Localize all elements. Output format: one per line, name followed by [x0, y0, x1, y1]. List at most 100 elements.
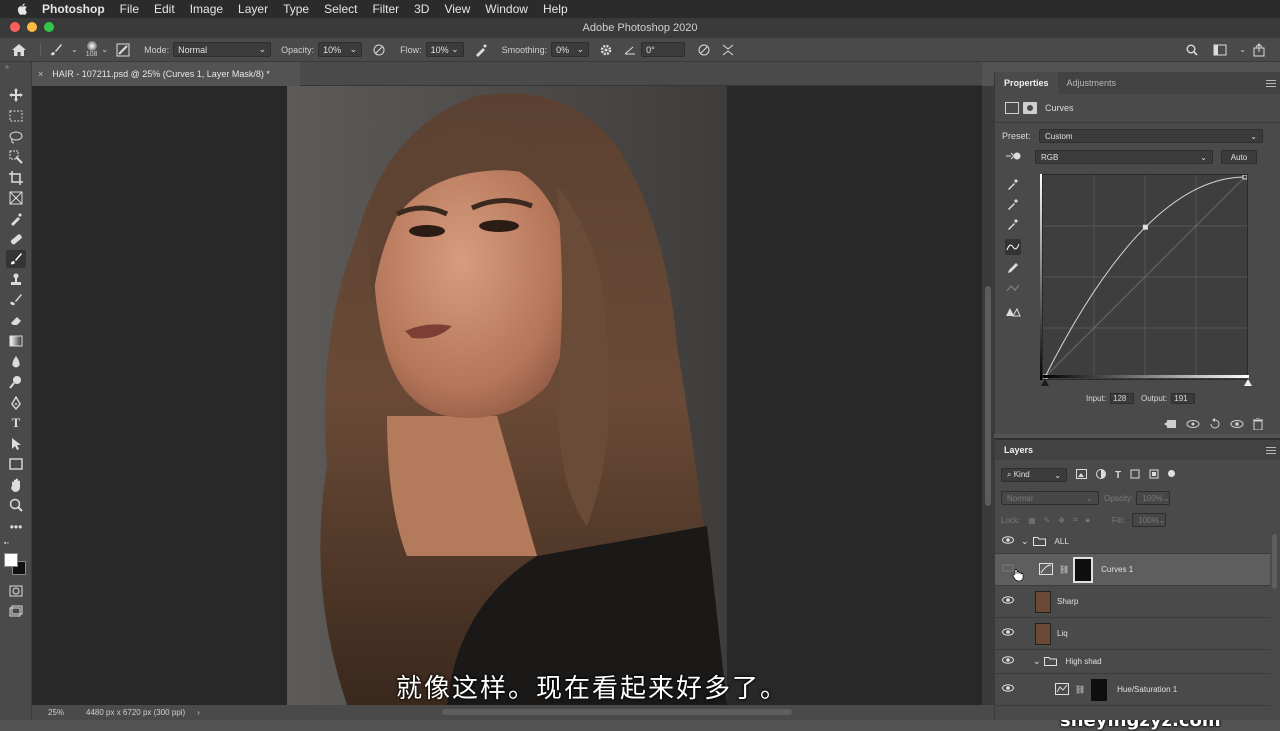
lock-pixels-icon[interactable]: ✎: [1044, 516, 1051, 525]
apple-icon[interactable]: [16, 3, 28, 15]
sample-white-point-icon[interactable]: [1005, 216, 1021, 232]
workspace-icon[interactable]: [1211, 41, 1229, 59]
lasso-tool-icon[interactable]: [6, 128, 26, 146]
collapse-icon[interactable]: »: [5, 64, 9, 71]
layer-mask-thumbnail[interactable]: [1089, 676, 1110, 703]
visibility-icon[interactable]: [1230, 419, 1244, 432]
eye-icon[interactable]: [995, 596, 1021, 607]
healing-brush-tool-icon[interactable]: [6, 230, 26, 248]
link-icon[interactable]: ⛓︎: [1075, 685, 1085, 694]
history-brush-tool-icon[interactable]: [6, 291, 26, 309]
crop-tool-icon[interactable]: [6, 169, 26, 187]
pressure-opacity-icon[interactable]: [370, 41, 388, 59]
tab-properties[interactable]: Properties: [995, 72, 1058, 94]
chevron-down-icon[interactable]: ⌄: [71, 45, 78, 54]
zoom-level[interactable]: 25%: [48, 708, 64, 717]
document-image[interactable]: [287, 86, 727, 705]
layer-row-high-shad[interactable]: ⌄ High shad: [995, 650, 1270, 674]
link-icon[interactable]: ⛓︎: [1059, 565, 1069, 574]
draw-curve-pencil-icon[interactable]: [1005, 260, 1021, 276]
layer-row-sharp[interactable]: Sharp: [995, 586, 1270, 618]
trash-icon[interactable]: [1253, 417, 1263, 433]
menu-edit[interactable]: Edit: [154, 2, 175, 16]
layer-opacity-input[interactable]: 100% ⌄: [1136, 491, 1171, 505]
curves-graph[interactable]: [1042, 174, 1248, 380]
chevron-down-icon[interactable]: ⌄: [1033, 656, 1041, 667]
brush-size-picker[interactable]: 108: [86, 41, 97, 58]
sample-gray-point-icon[interactable]: [1005, 196, 1021, 212]
vertical-scrollbar[interactable]: [982, 86, 994, 705]
brush-tool-icon[interactable]: [6, 250, 26, 268]
symmetry-icon[interactable]: [719, 41, 737, 59]
curve-point-selected[interactable]: [1142, 224, 1148, 230]
layer-row-all[interactable]: ⌄ ALL: [995, 530, 1270, 554]
gradient-tool-icon[interactable]: [6, 332, 26, 350]
white-point-slider[interactable]: [1244, 379, 1252, 386]
document-tab[interactable]: × HAIR - 107211.psd @ 25% (Curves 1, Lay…: [32, 62, 300, 86]
eye-icon[interactable]: [995, 684, 1021, 695]
chevron-right-icon[interactable]: ›: [197, 708, 200, 717]
view-previous-state-icon[interactable]: [1186, 419, 1200, 432]
zoom-window-button[interactable]: [44, 22, 54, 32]
foreground-color-swatch[interactable]: [4, 553, 18, 567]
lock-all-icon[interactable]: 🔒︎: [1086, 515, 1090, 525]
gear-icon[interactable]: [597, 41, 615, 59]
menu-type[interactable]: Type: [283, 2, 309, 16]
curve-point-white[interactable]: [1242, 174, 1248, 180]
brush-angle-input[interactable]: 0°: [641, 42, 686, 57]
rectangle-tool-icon[interactable]: [6, 455, 26, 473]
default-colors-icon[interactable]: ▪◦: [4, 540, 9, 547]
canvas-area[interactable]: [32, 86, 982, 705]
panel-menu-icon[interactable]: [1266, 80, 1276, 87]
quick-mask-icon[interactable]: [6, 582, 26, 600]
menu-select[interactable]: Select: [324, 2, 357, 16]
scroll-thumb[interactable]: [985, 286, 991, 506]
layer-row-curves-1[interactable]: ⛓︎ Curves 1: [995, 554, 1270, 586]
layer-mask-thumbnail[interactable]: [1073, 556, 1094, 583]
black-point-slider[interactable]: [1041, 379, 1049, 386]
mask-icon[interactable]: [1023, 102, 1037, 114]
menu-file[interactable]: File: [120, 2, 139, 16]
chevron-down-icon[interactable]: ⌄: [1021, 536, 1029, 547]
menu-filter[interactable]: Filter: [372, 2, 399, 16]
auto-button[interactable]: Auto: [1221, 150, 1257, 164]
panel-menu-icon[interactable]: [1266, 447, 1276, 454]
path-selection-tool-icon[interactable]: [6, 435, 26, 453]
menu-layer[interactable]: Layer: [238, 2, 268, 16]
blur-tool-icon[interactable]: [6, 353, 26, 371]
smoothing-input[interactable]: 0% ⌄: [551, 42, 590, 57]
reset-icon[interactable]: [1209, 417, 1221, 433]
filter-toggle-icon[interactable]: [1168, 469, 1176, 477]
tab-adjustments[interactable]: Adjustments: [1058, 72, 1126, 94]
mode-select[interactable]: Normal ⌄: [173, 42, 272, 57]
eye-icon[interactable]: [995, 656, 1021, 667]
menu-view[interactable]: View: [444, 2, 470, 16]
opacity-input[interactable]: 10% ⌄: [318, 42, 363, 57]
chevron-down-icon[interactable]: ⌄: [101, 45, 108, 54]
pen-tool-icon[interactable]: [6, 394, 26, 412]
zoom-tool-icon[interactable]: [6, 496, 26, 514]
lock-transparent-icon[interactable]: ▦: [1028, 516, 1036, 525]
type-tool-icon[interactable]: T: [6, 414, 26, 432]
menu-photoshop[interactable]: Photoshop: [42, 2, 105, 16]
menu-3d[interactable]: 3D: [414, 2, 429, 16]
hand-tool-icon[interactable]: [6, 476, 26, 494]
home-icon[interactable]: [10, 41, 28, 59]
layer-row-hue-saturation-1[interactable]: ⛓︎ Hue/Saturation 1: [995, 674, 1270, 706]
menu-image[interactable]: Image: [190, 2, 223, 16]
marquee-tool-icon[interactable]: [6, 107, 26, 125]
menu-window[interactable]: Window: [485, 2, 528, 16]
minimize-window-button[interactable]: [27, 22, 37, 32]
lock-artboard-icon[interactable]: ⌗: [1073, 515, 1078, 525]
horizontal-scroll-thumb[interactable]: [442, 709, 792, 715]
channel-select[interactable]: RGB ⌄: [1035, 150, 1213, 164]
input-value[interactable]: 128: [1110, 393, 1135, 404]
frame-tool-icon[interactable]: [6, 189, 26, 207]
edit-points-curve-icon[interactable]: [1005, 239, 1021, 255]
filter-adjustment-icon[interactable]: [1096, 469, 1106, 481]
output-value[interactable]: 191: [1171, 393, 1196, 404]
smooth-curve-icon[interactable]: [1005, 280, 1021, 296]
eye-icon[interactable]: [995, 628, 1021, 639]
share-icon[interactable]: [1250, 41, 1268, 59]
airbrush-icon[interactable]: [472, 41, 490, 59]
